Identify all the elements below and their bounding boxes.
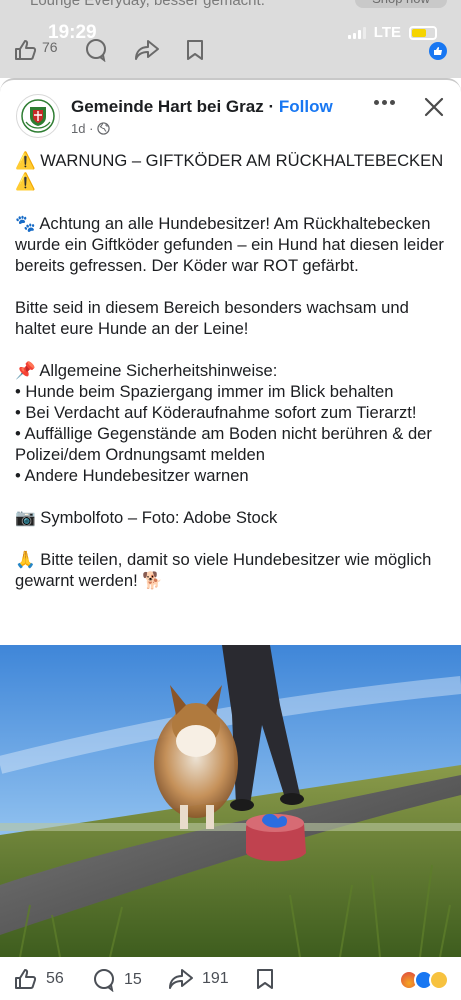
comment-icon <box>85 39 106 62</box>
post-photo[interactable] <box>0 645 461 957</box>
post-meta: 1d · <box>71 121 111 136</box>
post-actions: 56 15 191 <box>0 960 461 1000</box>
post-paragraph: ⚠️ WARNUNG – GIFTKÖDER AM RÜCKHALTEBECKE… <box>15 151 444 191</box>
post-paragraph: 📷 Symbolfoto – Foto: Adobe Stock <box>15 508 278 527</box>
bg-save-action[interactable] <box>186 39 204 61</box>
comment-button[interactable]: 15 <box>92 968 142 992</box>
post-bullet: • Andere Hundebesitzer warnen <box>15 466 249 485</box>
share-button[interactable]: 191 <box>168 968 229 990</box>
follow-button[interactable]: Follow <box>279 97 333 116</box>
post-body: ⚠️ WARNUNG – GIFTKÖDER AM RÜCKHALTEBECKE… <box>15 150 450 591</box>
comment-count: 15 <box>124 971 142 988</box>
post-bullet: • Auffällige Gegenstände am Boden nicht … <box>15 424 432 464</box>
post-paragraph: Bitte seid in diesem Bereich besonders w… <box>15 298 409 338</box>
bg-like-action[interactable]: 76 <box>14 39 58 61</box>
post-bullet: • Hunde beim Spaziergang immer im Blick … <box>15 382 394 401</box>
battery-icon <box>409 25 437 40</box>
page-name[interactable]: Gemeinde Hart bei Graz <box>71 97 264 116</box>
sad-reaction-icon <box>429 970 449 990</box>
share-icon <box>169 969 193 989</box>
promo-strip: Lounge Everyday, besser gemacht. Shop no… <box>0 0 461 12</box>
like-badge-icon <box>429 42 447 60</box>
bookmark-icon <box>257 969 273 989</box>
like-icon <box>15 40 37 60</box>
status-indicators: LTE <box>347 24 437 41</box>
page-avatar[interactable] <box>16 94 60 138</box>
background-feed-bar: Lounge Everyday, besser gemacht. Shop no… <box>0 0 461 78</box>
post-bullet: • Bei Verdacht auf Köderaufnahme sofort … <box>15 403 417 422</box>
post-age[interactable]: 1d · <box>71 121 93 136</box>
post-paragraph: 📌 Allgemeine Sicherheitshinweise: <box>15 361 278 380</box>
like-button[interactable]: 56 <box>14 968 64 990</box>
comment-icon <box>94 969 114 992</box>
like-icon <box>15 969 37 989</box>
background-post-actions: 76 <box>14 38 230 62</box>
like-count: 56 <box>46 970 64 987</box>
reaction-summary[interactable] <box>399 970 449 990</box>
share-icon <box>134 40 159 60</box>
bg-comment-action[interactable] <box>84 38 108 62</box>
promo-text: Lounge Everyday, besser gemacht. <box>30 0 265 9</box>
post-paragraph: 🙏 Bitte teilen, damit so viele Hundebesi… <box>15 550 432 590</box>
post-card: Gemeinde Hart bei Graz · Follow 1d · ⚠️ … <box>0 78 461 1000</box>
globe-icon <box>97 122 111 135</box>
bookmark-icon <box>186 40 203 60</box>
shop-now-button[interactable]: Shop now <box>355 0 447 8</box>
network-label: LTE <box>373 24 401 41</box>
more-options-icon[interactable] <box>374 100 395 105</box>
coat-of-arms-icon <box>21 99 55 133</box>
share-count: 191 <box>202 970 229 987</box>
signal-icon <box>347 26 366 39</box>
bg-share-action[interactable] <box>134 39 160 61</box>
post-header: Gemeinde Hart bei Graz · Follow <box>71 97 333 117</box>
bg-like-count: 76 <box>42 39 58 55</box>
close-icon[interactable] <box>423 96 445 118</box>
name-separator: · <box>268 97 275 116</box>
post-paragraph: 🐾 Achtung an alle Hundebesitzer! Am Rück… <box>15 214 444 275</box>
dog-bait-photo <box>0 645 461 957</box>
save-button[interactable] <box>256 968 274 990</box>
